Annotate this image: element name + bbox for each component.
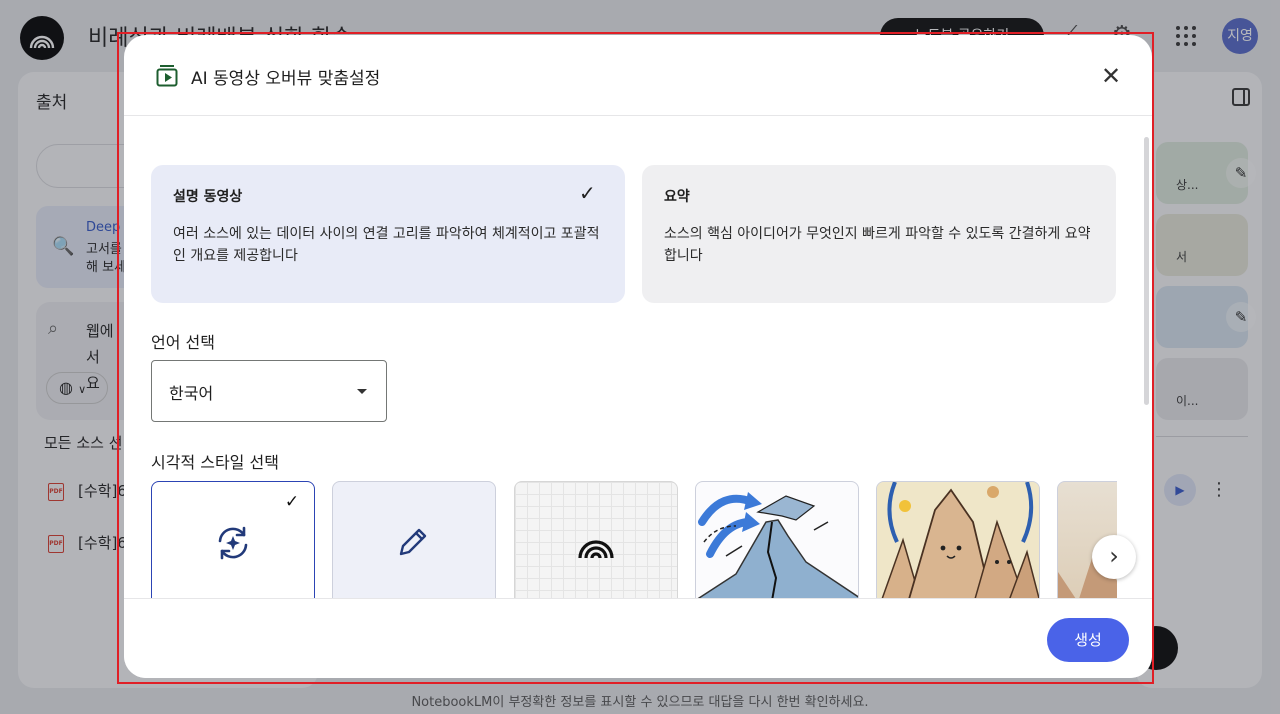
- dialog-header: AI 동영상 오버뷰 맞춤설정 ✕: [124, 35, 1152, 116]
- dialog-title: AI 동영상 오버뷰 맞춤설정: [191, 69, 381, 89]
- kawaii-mountains-illustration: [877, 482, 1039, 598]
- language-section-label: 언어 선택: [151, 333, 215, 352]
- dialog-body[interactable]: 형식 설명 동영상 ✓ 여러 소스에 있는 데이터 사이의 연결 고리를 파악하…: [124, 117, 1152, 598]
- format-option-explainer[interactable]: 설명 동영상 ✓ 여러 소스에 있는 데이터 사이의 연결 고리를 파악하여 체…: [151, 165, 625, 303]
- visual-style-section-label: 시각적 스타일 선택: [151, 453, 279, 472]
- dialog-footer: 생성: [124, 598, 1152, 678]
- checkmark-icon: ✓: [579, 181, 596, 205]
- custom-edit-icon: [399, 528, 427, 556]
- sketch-volcano-illustration: [697, 492, 858, 598]
- language-value: 한국어: [169, 384, 214, 403]
- notebooklm-logo-icon: [578, 540, 614, 559]
- dropdown-arrow-icon: [357, 389, 367, 394]
- style-option-classic[interactable]: [514, 481, 678, 598]
- style-option-custom[interactable]: [332, 481, 496, 598]
- video-overview-icon: [156, 65, 178, 87]
- style-option-sketch[interactable]: [695, 481, 859, 598]
- style-option-kawaii[interactable]: [876, 481, 1040, 598]
- format-option-summary[interactable]: 요약 소스의 핵심 아이디어가 무엇인지 빠르게 파악할 수 있도록 간결하게 …: [642, 165, 1116, 303]
- checkmark-icon: ✓: [278, 488, 306, 516]
- close-icon[interactable]: ✕: [1094, 59, 1128, 93]
- language-select[interactable]: 한국어: [151, 360, 387, 422]
- style-option-auto[interactable]: ✓: [151, 481, 315, 598]
- generate-button[interactable]: 생성: [1047, 618, 1129, 662]
- auto-select-icon: [218, 526, 248, 560]
- chevron-right-icon[interactable]: ›: [1092, 535, 1136, 579]
- video-overview-customize-dialog: AI 동영상 오버뷰 맞춤설정 ✕ 형식 설명 동영상 ✓ 여러 소스에 있는 …: [124, 35, 1152, 678]
- scrollbar[interactable]: [1144, 137, 1149, 405]
